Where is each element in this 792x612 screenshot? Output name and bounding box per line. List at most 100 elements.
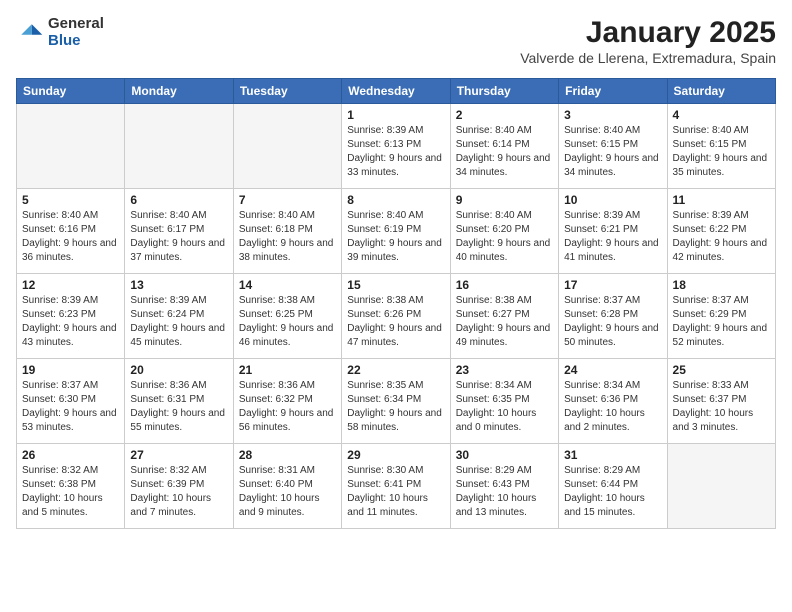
logo-text: General Blue <box>48 16 104 49</box>
cell-info: Sunrise: 8:40 AMSunset: 6:15 PMDaylight:… <box>564 124 661 180</box>
day-number: 26 <box>22 448 119 462</box>
day-number: 3 <box>564 108 661 122</box>
day-number: 9 <box>456 193 553 207</box>
calendar-cell: 12Sunrise: 8:39 AMSunset: 6:23 PMDayligh… <box>17 274 125 359</box>
column-header-tuesday: Tuesday <box>233 79 341 104</box>
cell-info: Sunrise: 8:39 AMSunset: 6:22 PMDaylight:… <box>673 209 770 265</box>
cell-info: Sunrise: 8:37 AMSunset: 6:28 PMDaylight:… <box>564 294 661 350</box>
calendar-cell: 30 Sunrise: 8:29 AMSunset: 6:43 PMDayligh… <box>450 444 558 529</box>
day-number: 12 <box>22 278 119 292</box>
calendar-cell: 3 Sunrise: 8:40 AMSunset: 6:15 PMDaylight… <box>559 104 667 189</box>
day-number: 16 <box>456 278 553 292</box>
day-number: 14 <box>239 278 336 292</box>
calendar-header-row: SundayMondayTuesdayWednesdayThursdayFrid… <box>17 79 776 104</box>
calendar-table: SundayMondayTuesdayWednesdayThursdayFrid… <box>16 78 776 529</box>
column-header-friday: Friday <box>559 79 667 104</box>
calendar-cell: 25 Sunrise: 8:33 AMSunset: 6:37 PMDayligh… <box>667 359 775 444</box>
column-header-sunday: Sunday <box>17 79 125 104</box>
calendar-cell: 17 Sunrise: 8:37 AMSunset: 6:28 PMDayligh… <box>559 274 667 359</box>
day-number: 22 <box>347 363 444 377</box>
calendar-cell: 7 Sunrise: 8:40 AMSunset: 6:18 PMDaylight… <box>233 189 341 274</box>
calendar-week-row: 19 Sunrise: 8:37 AMSunset: 6:30 PMDayligh… <box>17 359 776 444</box>
day-number: 18 <box>673 278 770 292</box>
day-number: 29 <box>347 448 444 462</box>
calendar-cell: 27 Sunrise: 8:32 AMSunset: 6:39 PMDayligh… <box>125 444 233 529</box>
day-number: 17 <box>564 278 661 292</box>
day-number: 31 <box>564 448 661 462</box>
calendar-cell: 20 Sunrise: 8:36 AMSunset: 6:31 PMDayligh… <box>125 359 233 444</box>
cell-info: Sunrise: 8:36 AMSunset: 6:31 PMDaylight:… <box>130 379 227 435</box>
calendar-week-row: 5Sunrise: 8:40 AMSunset: 6:16 PMDaylight… <box>17 189 776 274</box>
calendar-week-row: 26 Sunrise: 8:32 AMSunset: 6:38 PMDayligh… <box>17 444 776 529</box>
day-number: 1 <box>347 108 444 122</box>
cell-info: Sunrise: 8:32 AMSunset: 6:38 PMDaylight:… <box>22 464 119 520</box>
day-number: 10 <box>564 193 661 207</box>
day-number: 13 <box>130 278 227 292</box>
day-number: 15 <box>347 278 444 292</box>
calendar-cell <box>125 104 233 189</box>
day-number: 21 <box>239 363 336 377</box>
calendar-cell: 6Sunrise: 8:40 AMSunset: 6:17 PMDaylight… <box>125 189 233 274</box>
calendar-cell <box>667 444 775 529</box>
cell-info: Sunrise: 8:30 AMSunset: 6:41 PMDaylight:… <box>347 464 444 520</box>
calendar-cell: 2 Sunrise: 8:40 AMSunset: 6:14 PMDaylight… <box>450 104 558 189</box>
calendar-cell: 19 Sunrise: 8:37 AMSunset: 6:30 PMDayligh… <box>17 359 125 444</box>
month-title: January 2025 <box>520 16 776 50</box>
calendar-cell: 23 Sunrise: 8:34 AMSunset: 6:35 PMDayligh… <box>450 359 558 444</box>
day-number: 19 <box>22 363 119 377</box>
day-number: 25 <box>673 363 770 377</box>
cell-info: Sunrise: 8:38 AMSunset: 6:27 PMDaylight:… <box>456 294 553 350</box>
calendar-cell: 21 Sunrise: 8:36 AMSunset: 6:32 PMDayligh… <box>233 359 341 444</box>
day-number: 30 <box>456 448 553 462</box>
calendar-cell: 1Sunrise: 8:39 AMSunset: 6:13 PMDaylight… <box>342 104 450 189</box>
cell-info: Sunrise: 8:38 AMSunset: 6:25 PMDaylight:… <box>239 294 336 350</box>
calendar-cell: 15Sunrise: 8:38 AMSunset: 6:26 PMDayligh… <box>342 274 450 359</box>
cell-info: Sunrise: 8:40 AMSunset: 6:17 PMDaylight:… <box>130 209 227 265</box>
location-title: Valverde de Llerena, Extremadura, Spain <box>520 50 776 66</box>
logo: General Blue <box>16 16 104 49</box>
calendar-cell: 8Sunrise: 8:40 AMSunset: 6:19 PMDaylight… <box>342 189 450 274</box>
calendar-cell <box>233 104 341 189</box>
cell-info: Sunrise: 8:40 AMSunset: 6:15 PMDaylight:… <box>673 124 770 180</box>
day-number: 8 <box>347 193 444 207</box>
column-header-saturday: Saturday <box>667 79 775 104</box>
cell-info: Sunrise: 8:29 AMSunset: 6:44 PMDaylight:… <box>564 464 661 520</box>
cell-info: Sunrise: 8:34 AMSunset: 6:36 PMDaylight:… <box>564 379 661 435</box>
day-number: 2 <box>456 108 553 122</box>
cell-info: Sunrise: 8:37 AMSunset: 6:30 PMDaylight:… <box>22 379 119 435</box>
cell-info: Sunrise: 8:29 AMSunset: 6:43 PMDaylight:… <box>456 464 553 520</box>
logo-icon <box>16 19 44 47</box>
day-number: 28 <box>239 448 336 462</box>
day-number: 23 <box>456 363 553 377</box>
cell-info: Sunrise: 8:40 AMSunset: 6:18 PMDaylight:… <box>239 209 336 265</box>
cell-info: Sunrise: 8:40 AMSunset: 6:20 PMDaylight:… <box>456 209 553 265</box>
calendar-cell: 14 Sunrise: 8:38 AMSunset: 6:25 PMDayligh… <box>233 274 341 359</box>
day-number: 5 <box>22 193 119 207</box>
cell-info: Sunrise: 8:33 AMSunset: 6:37 PMDaylight:… <box>673 379 770 435</box>
day-number: 27 <box>130 448 227 462</box>
day-number: 7 <box>239 193 336 207</box>
calendar-cell: 26 Sunrise: 8:32 AMSunset: 6:38 PMDayligh… <box>17 444 125 529</box>
cell-info: Sunrise: 8:31 AMSunset: 6:40 PMDaylight:… <box>239 464 336 520</box>
calendar-cell: 24Sunrise: 8:34 AMSunset: 6:36 PMDayligh… <box>559 359 667 444</box>
cell-info: Sunrise: 8:40 AMSunset: 6:14 PMDaylight:… <box>456 124 553 180</box>
title-block: January 2025 Valverde de Llerena, Extrem… <box>520 16 776 66</box>
cell-info: Sunrise: 8:39 AMSunset: 6:21 PMDaylight:… <box>564 209 661 265</box>
cell-info: Sunrise: 8:39 AMSunset: 6:24 PMDaylight:… <box>130 294 227 350</box>
calendar-cell: 29 Sunrise: 8:30 AMSunset: 6:41 PMDayligh… <box>342 444 450 529</box>
calendar-cell: 13 Sunrise: 8:39 AMSunset: 6:24 PMDayligh… <box>125 274 233 359</box>
calendar-cell: 9 Sunrise: 8:40 AMSunset: 6:20 PMDaylight… <box>450 189 558 274</box>
cell-info: Sunrise: 8:32 AMSunset: 6:39 PMDaylight:… <box>130 464 227 520</box>
calendar-cell: 31 Sunrise: 8:29 AMSunset: 6:44 PMDayligh… <box>559 444 667 529</box>
cell-info: Sunrise: 8:34 AMSunset: 6:35 PMDaylight:… <box>456 379 553 435</box>
logo-general: General <box>48 16 104 33</box>
column-header-wednesday: Wednesday <box>342 79 450 104</box>
calendar-cell: 11Sunrise: 8:39 AMSunset: 6:22 PMDayligh… <box>667 189 775 274</box>
day-number: 20 <box>130 363 227 377</box>
calendar-week-row: 1Sunrise: 8:39 AMSunset: 6:13 PMDaylight… <box>17 104 776 189</box>
cell-info: Sunrise: 8:35 AMSunset: 6:34 PMDaylight:… <box>347 379 444 435</box>
calendar-cell <box>17 104 125 189</box>
column-header-thursday: Thursday <box>450 79 558 104</box>
cell-info: Sunrise: 8:36 AMSunset: 6:32 PMDaylight:… <box>239 379 336 435</box>
cell-info: Sunrise: 8:37 AMSunset: 6:29 PMDaylight:… <box>673 294 770 350</box>
